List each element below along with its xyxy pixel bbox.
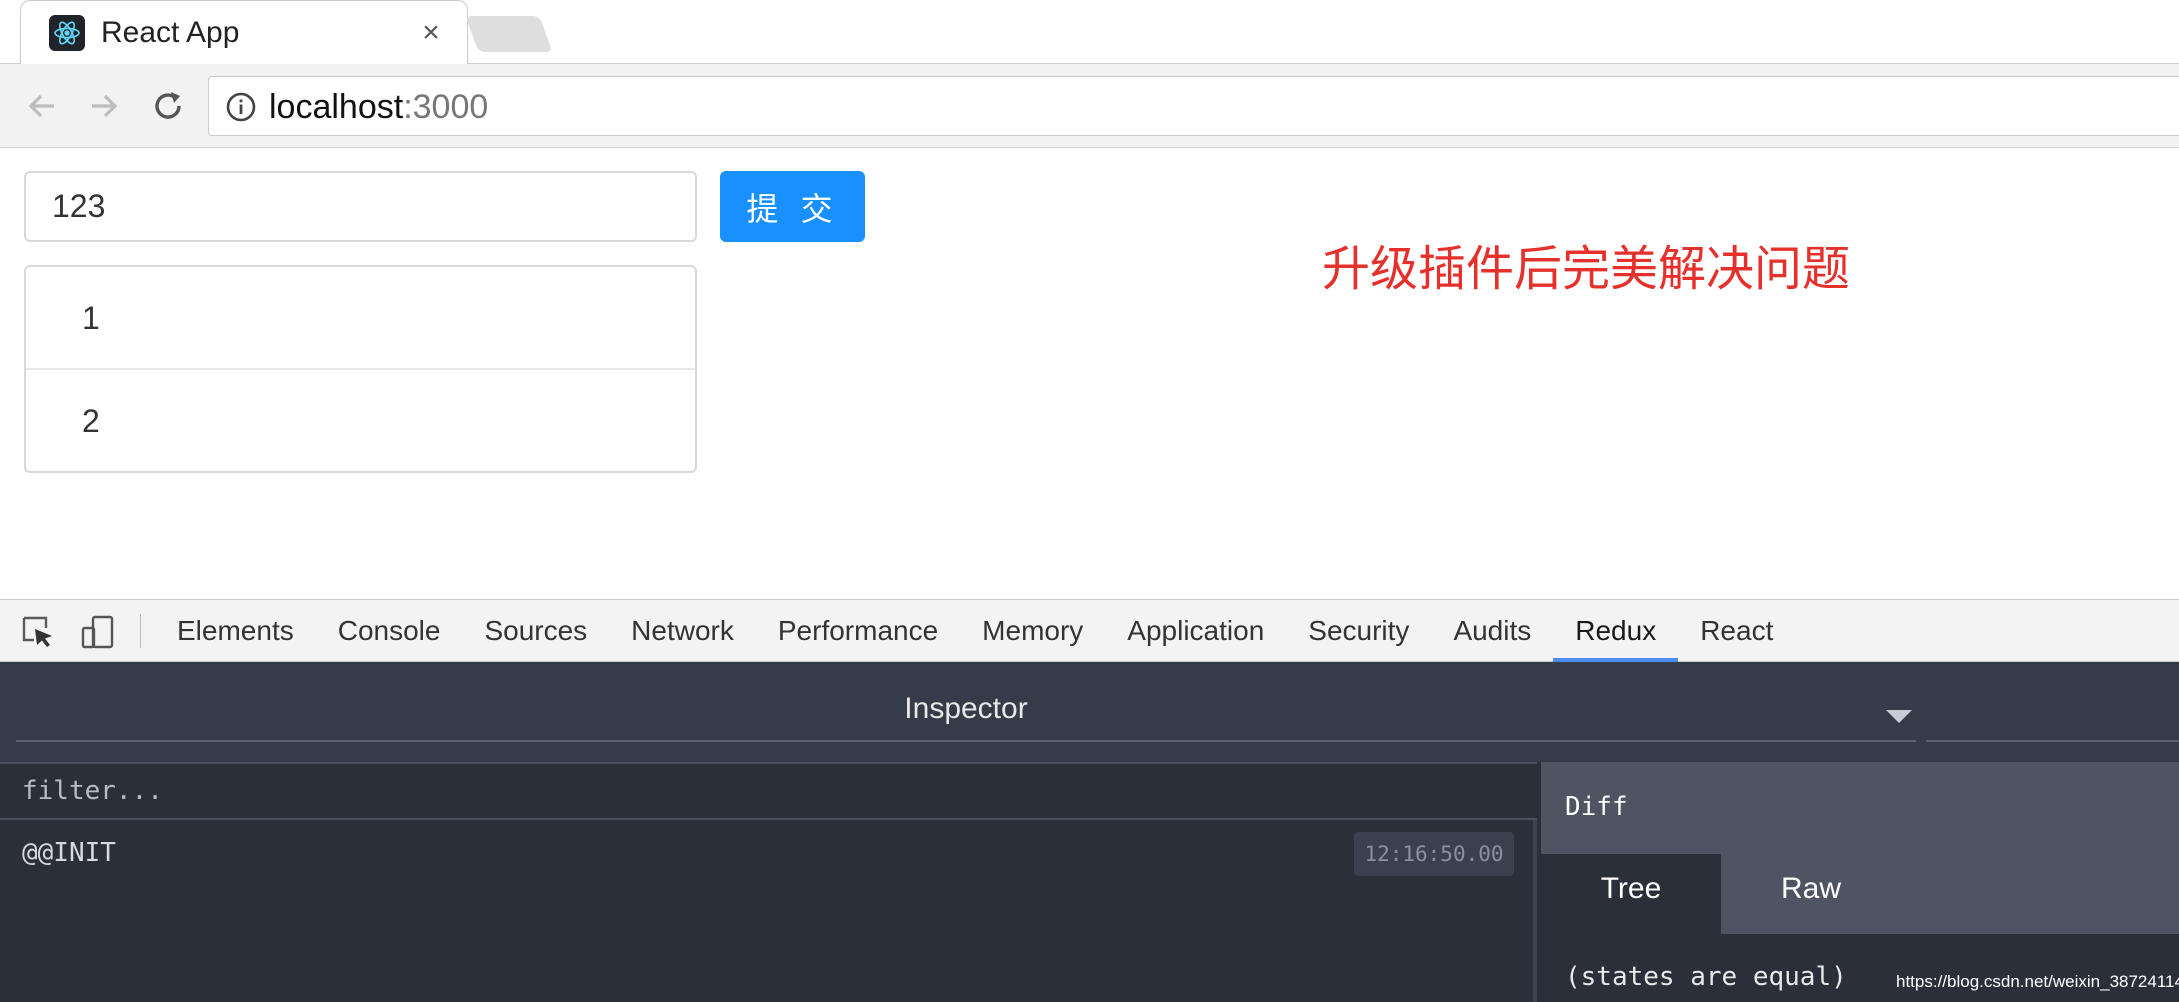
monitor-divider xyxy=(1926,740,2179,742)
page-content: 提 交 1 2 升级插件后完美解决问题 xyxy=(0,149,2179,599)
tab-sources[interactable]: Sources xyxy=(462,600,609,662)
list-item[interactable]: 1 xyxy=(26,267,695,370)
url-port: :3000 xyxy=(403,88,489,126)
submit-button[interactable]: 提 交 xyxy=(720,171,865,242)
tab-elements[interactable]: Elements xyxy=(155,600,316,662)
action-list-pane: @@INIT 12:16:50.00 xyxy=(0,762,1537,1002)
diff-header: Diff xyxy=(1541,762,2179,854)
redux-devtools-panel: Inspector @@INIT 12:16:50.00 Diff Tree R… xyxy=(0,662,2179,1002)
url-text: localhost:3000 xyxy=(269,87,488,127)
diff-tab[interactable]: Diff xyxy=(1565,792,1628,822)
back-arrow-icon[interactable] xyxy=(20,84,64,128)
address-bar[interactable]: localhost:3000 xyxy=(208,76,2179,136)
site-info-icon[interactable] xyxy=(225,91,257,123)
todo-input[interactable] xyxy=(24,171,697,242)
tab-audits[interactable]: Audits xyxy=(1431,600,1553,662)
monitor-select[interactable]: Inspector xyxy=(16,680,1916,742)
tab-react[interactable]: React xyxy=(1678,600,1795,662)
toolbar-divider xyxy=(140,614,141,648)
action-filter-input[interactable] xyxy=(0,762,1537,820)
monitor-header: Inspector xyxy=(0,662,2179,762)
browser-window: React App × localhost:3000 提 交 1 2 升级插件 xyxy=(0,0,2179,1002)
monitor-label: Inspector xyxy=(904,692,1028,725)
state-view-tabs: Tree Raw xyxy=(1541,854,2179,934)
tab-strip: React App × xyxy=(0,0,2179,64)
list-item[interactable]: 2 xyxy=(26,370,695,473)
new-tab-button[interactable] xyxy=(465,16,553,52)
react-logo-icon xyxy=(49,15,85,51)
annotation-text: 升级插件后完美解决问题 xyxy=(1322,241,1851,297)
tab-performance[interactable]: Performance xyxy=(756,600,960,662)
reload-icon[interactable] xyxy=(146,84,190,128)
action-name: @@INIT xyxy=(22,838,116,868)
tab-console[interactable]: Console xyxy=(316,600,463,662)
tab-security[interactable]: Security xyxy=(1286,600,1431,662)
tab-title: React App xyxy=(101,16,240,49)
tab-memory[interactable]: Memory xyxy=(960,600,1105,662)
device-toolbar-icon[interactable] xyxy=(78,612,118,652)
state-pane: Diff Tree Raw (states are equal) xyxy=(1541,762,2179,1002)
devtools-tabbar: Elements Console Sources Network Perform… xyxy=(0,599,2179,662)
tab-tree[interactable]: Tree xyxy=(1541,854,1721,934)
tab-redux[interactable]: Redux xyxy=(1553,600,1679,662)
tab-close-icon[interactable]: × xyxy=(413,15,449,51)
browser-toolbar: localhost:3000 xyxy=(0,64,2179,148)
tab-raw[interactable]: Raw xyxy=(1721,854,1901,934)
inspect-element-icon[interactable] xyxy=(18,612,58,652)
devtools-tabs: Elements Console Sources Network Perform… xyxy=(155,600,1795,662)
forward-arrow-icon[interactable] xyxy=(82,84,126,128)
action-item[interactable]: @@INIT 12:16:50.00 xyxy=(0,820,1537,886)
url-host: localhost xyxy=(269,88,404,126)
todo-list: 1 2 xyxy=(24,265,697,473)
tab-application[interactable]: Application xyxy=(1105,600,1286,662)
action-timestamp: 12:16:50.00 xyxy=(1354,832,1514,876)
tab-network[interactable]: Network xyxy=(609,600,756,662)
watermark-text: https://blog.csdn.net/weixin_38724114 xyxy=(1896,972,2179,991)
browser-tab-react-app[interactable]: React App × xyxy=(20,0,468,64)
diff-message: (states are equal) xyxy=(1565,962,1847,992)
caret-down-icon xyxy=(1886,710,1912,723)
